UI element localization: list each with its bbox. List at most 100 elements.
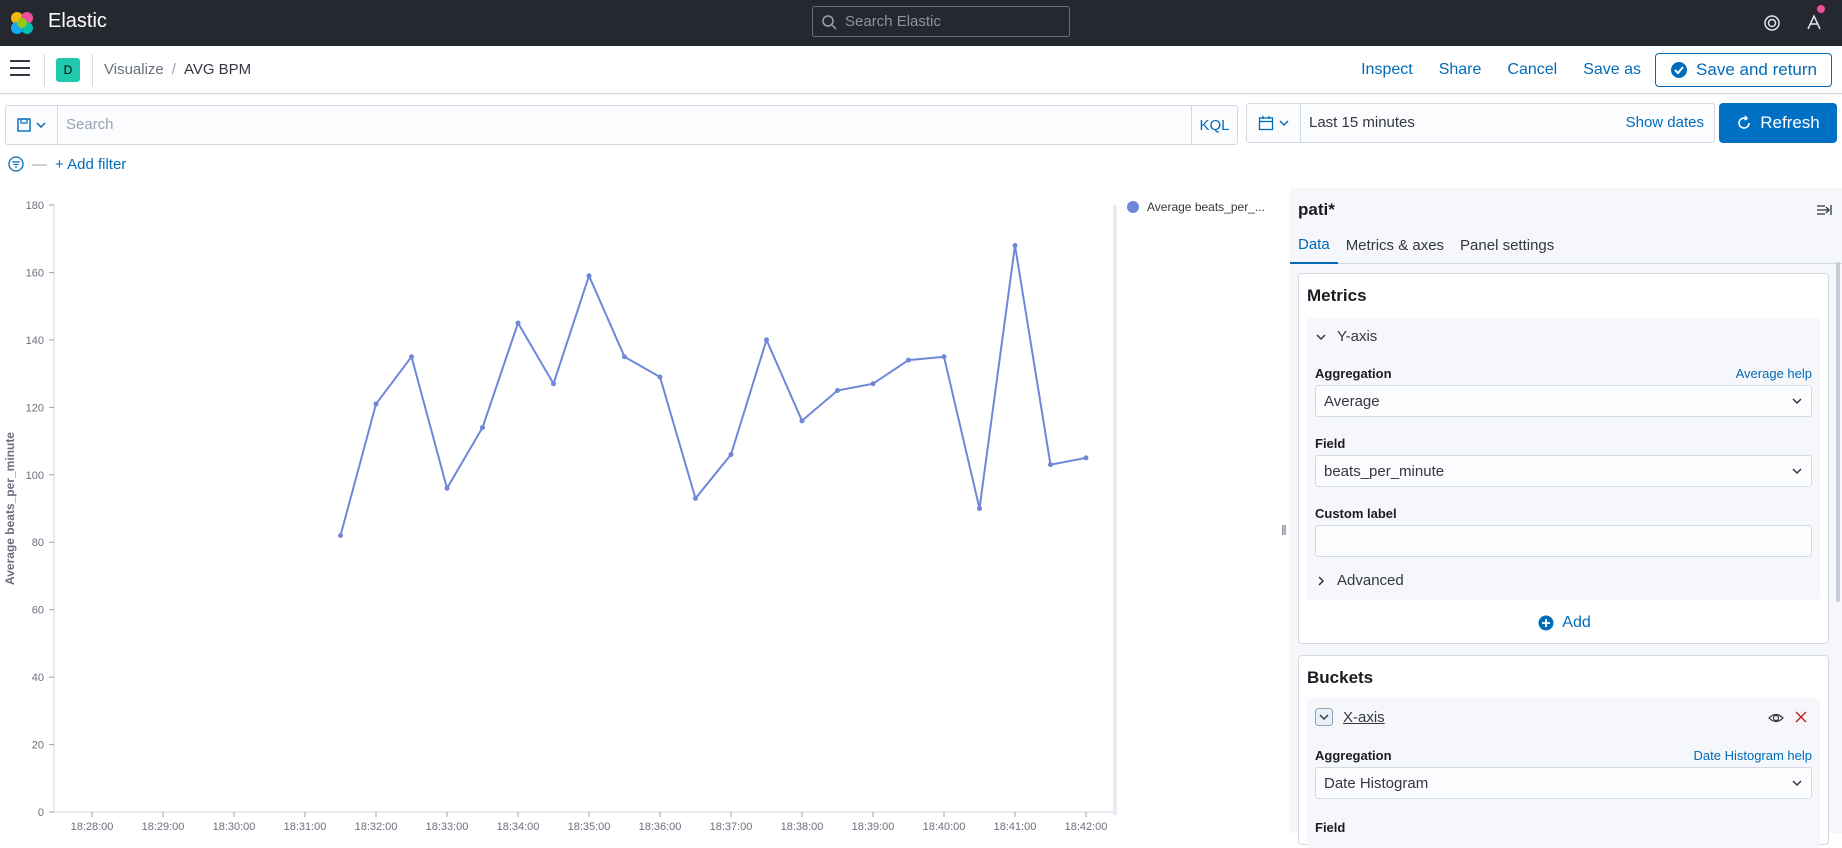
aggregation-label: Aggregation [1315,366,1392,381]
plus-circle-icon [1538,615,1554,631]
x-tick-label: 18:32:00 [355,821,398,833]
check-circle-icon [1671,62,1688,78]
data-point [586,273,592,279]
y-tick-label: 140 [26,335,44,347]
x-tick-label: 18:36:00 [639,821,682,833]
nav-divider [44,54,45,86]
data-point [373,401,379,407]
nav-divider [92,54,93,86]
y-tick-label: 40 [32,672,44,684]
data-point [657,374,663,380]
y-tick-label: 60 [32,605,44,617]
chart-panel: 0 20 40 60 80 100 120 140 160 180 18:28:00 18:29:00… [0,188,1278,833]
panel-resize-handle[interactable]: ‖ [1281,522,1287,538]
x-axis-toggle[interactable]: X-axis [1315,708,1385,726]
quick-date-menu-button[interactable] [1247,104,1301,142]
chart-legend[interactable]: Average beats_per_... [1127,200,1265,214]
date-histogram-help-link[interactable]: Date Histogram help [1694,748,1813,763]
y-axis-title: Y-axis [1337,328,1378,345]
saved-query-button[interactable] [6,106,58,144]
sidebar-tabs: Data Metrics & axes Panel settings [1290,226,1842,264]
refresh-icon [1738,115,1751,129]
date-picker: Last 15 minutes Show dates [1246,103,1715,143]
y-tick-label: 160 [26,267,44,279]
y-axis-title: Average beats_per_minute [3,432,17,585]
legend-label: Average beats_per_... [1147,200,1265,214]
breadcrumb-separator: / [171,61,176,78]
advanced-toggle[interactable]: Advanced [1315,572,1404,589]
x-tick-label: 18:28:00 [71,821,114,833]
data-point [338,532,343,538]
breadcrumb-visualize[interactable]: Visualize [104,61,164,78]
close-icon[interactable] [1794,710,1808,724]
x-axis-agg: X-axis Aggregation Date Histogram help D… [1307,698,1820,848]
refresh-button[interactable]: Refresh [1719,103,1837,143]
chart-scrollbar[interactable] [1113,205,1117,815]
metrics-title: Metrics [1307,286,1367,305]
data-point [622,354,627,360]
data-point [1083,455,1089,461]
chevron-down-icon [35,122,46,129]
custom-label-input[interactable] [1315,525,1812,557]
news-feed-icon[interactable] [1802,11,1826,35]
elastic-logo-icon[interactable] [8,9,36,37]
data-point [444,485,450,491]
data-point [1012,242,1018,248]
series-line [339,245,1087,536]
filter-icon[interactable] [8,156,24,172]
kql-toggle-button[interactable]: KQL [1191,106,1237,144]
tab-panel-settings[interactable]: Panel settings [1452,226,1562,264]
x-tick-label: 18:37:00 [710,821,753,833]
calendar-icon [1258,116,1273,131]
y-tick-label: 100 [26,470,44,482]
breadcrumb-current: AVG BPM [183,61,252,78]
y-tick-label: 180 [26,200,44,212]
aggregation-select[interactable]: Average [1315,385,1812,417]
field-select[interactable]: beats_per_minute [1315,455,1812,487]
x-tick-label: 18:42:00 [1065,821,1108,833]
y-axis-toggle[interactable]: Y-axis [1315,328,1377,345]
bucket-aggregation-select[interactable]: Date Histogram [1315,767,1812,799]
collapse-sidebar-icon[interactable] [1816,202,1832,218]
aggregation-help-link[interactable]: Average help [1736,366,1812,381]
share-button[interactable]: Share [1439,61,1482,79]
chevron-down-icon [1315,708,1333,726]
save-icon [16,118,31,132]
eye-icon[interactable] [1768,710,1784,726]
line-chart: 0 20 40 60 80 100 120 140 160 180 18:28:00 18:29:00… [3,200,1116,833]
top-header: Elastic Search Elastic [0,0,1842,46]
query-search-input[interactable]: Search [66,116,114,133]
data-point [693,495,698,501]
add-filter-button[interactable]: + Add filter [55,156,126,173]
y-tick-label: 80 [32,537,44,549]
query-bar: Search KQL [5,105,1238,145]
chevron-right-icon [1318,575,1325,586]
save-as-button[interactable]: Save as [1583,61,1641,79]
y-tick-label: 120 [26,402,44,414]
x-axis-title: X-axis [1343,708,1385,726]
chevron-down-icon [1792,468,1802,475]
global-search-input[interactable]: Search Elastic [812,6,1070,37]
space-avatar[interactable]: D [56,58,80,82]
menu-toggle-button[interactable] [10,60,30,78]
sidebar-scrollbar[interactable] [1836,262,1840,602]
bucket-aggregation-value: Date Histogram [1324,774,1429,792]
tab-metrics-axes[interactable]: Metrics & axes [1338,226,1452,264]
save-and-return-button[interactable]: Save and return [1655,53,1832,87]
show-dates-button[interactable]: Show dates [1626,114,1704,131]
data-point [870,381,876,387]
tab-data[interactable]: Data [1290,226,1338,264]
help-icon[interactable] [1760,11,1784,35]
data-point [480,425,485,431]
nav-actions: Inspect Share Cancel Save as Save and re… [1361,46,1842,94]
inspect-button[interactable]: Inspect [1361,61,1413,79]
metrics-panel: Metrics Y-axis Aggregation Average help … [1298,273,1829,644]
x-tick-label: 18:39:00 [852,821,895,833]
add-metric-button[interactable]: Add [1299,614,1830,632]
x-tick-label: 18:33:00 [426,821,469,833]
data-point [941,354,947,360]
cancel-button[interactable]: Cancel [1507,61,1557,79]
date-range-text[interactable]: Last 15 minutes [1309,114,1415,131]
x-tick-label: 18:34:00 [497,821,540,833]
x-tick-label: 18:29:00 [142,821,185,833]
